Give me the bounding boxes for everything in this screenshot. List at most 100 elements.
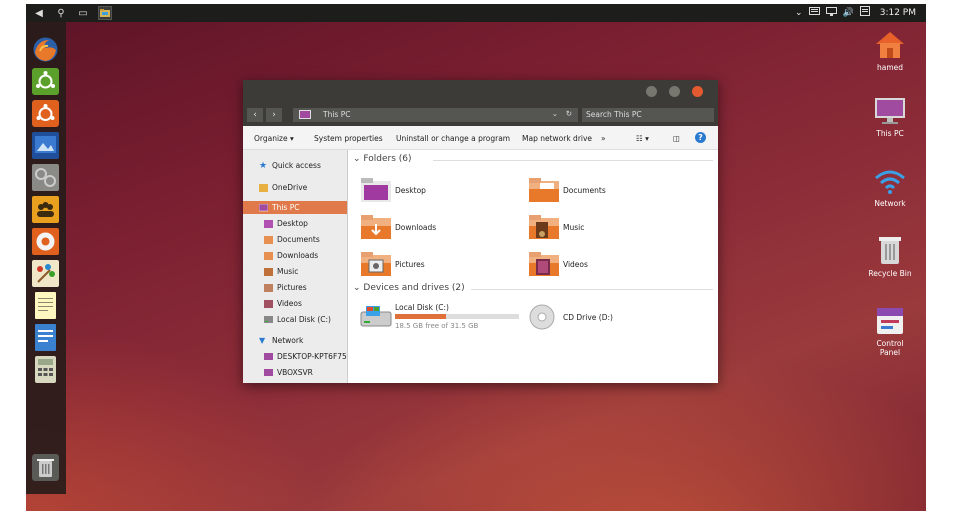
drive-cd[interactable]: CD Drive (D:) — [528, 304, 613, 330]
image-viewer-icon[interactable] — [32, 132, 59, 159]
file-explorer-window: ‹ › This PC ⌄ ↻ Search This PC Organize … — [243, 80, 718, 383]
folders-group-header[interactable]: ⌄ Folders (6) — [353, 154, 713, 164]
settings-icon[interactable] — [32, 164, 59, 191]
preview-pane-icon[interactable]: ◫ — [673, 134, 680, 143]
folder-documents[interactable]: Documents — [528, 177, 606, 203]
contacts-icon[interactable] — [32, 196, 59, 223]
help-icon[interactable] — [32, 228, 59, 255]
window-titlebar[interactable] — [243, 80, 718, 104]
search-input[interactable]: Search This PC — [582, 108, 714, 122]
pictures-folder-icon — [361, 252, 391, 276]
wifi-icon: ▼ — [259, 335, 266, 345]
desktop-screen: ◀ ⚲ ▭ ⌄ 🔊 3:12 PM hamed This PC Network … — [26, 4, 926, 511]
command-bar: Organize ▾ System properties Uninstall o… — [243, 126, 718, 150]
back-icon[interactable]: ◀ — [32, 6, 46, 20]
drive-local-disk[interactable]: Local Disk (C:) 18.5 GB free of 31.5 GB — [360, 302, 520, 334]
firefox-icon[interactable] — [32, 36, 59, 63]
writer-icon[interactable] — [32, 324, 59, 351]
downloads-folder-icon — [361, 215, 391, 239]
forward-button[interactable]: › — [266, 108, 282, 122]
map-network-drive-button[interactable]: Map network drive — [522, 134, 592, 143]
paint-icon[interactable] — [32, 260, 59, 287]
folder-desktop[interactable]: Desktop — [360, 177, 426, 203]
back-button[interactable]: ‹ — [247, 108, 263, 122]
nav-videos[interactable]: Videos — [264, 297, 302, 310]
nav-documents[interactable]: Documents — [264, 233, 320, 246]
desktop-icon-recycle-bin[interactable]: Recycle Bin — [862, 234, 918, 278]
chevron-down-icon[interactable]: ⌄ — [795, 8, 803, 18]
notification-icon[interactable] — [859, 6, 870, 19]
help-icon[interactable]: ? — [695, 132, 706, 143]
content-pane: ⌄ Folders (6) Desktop Documents Download… — [348, 150, 718, 383]
nav-onedrive[interactable]: OneDrive — [259, 181, 307, 194]
more-commands-button[interactable]: » — [601, 134, 606, 143]
uninstall-button[interactable]: Uninstall or change a program — [396, 134, 510, 143]
network-icon[interactable] — [825, 6, 837, 19]
nav-local-disk[interactable]: Local Disk (C:) — [264, 313, 331, 326]
desktop-icon-control-panel[interactable]: Control Panel — [862, 306, 918, 357]
ubuntu-settings-icon[interactable] — [32, 68, 59, 95]
chevron-down-icon: ⌄ — [353, 283, 361, 293]
nav-network-vboxsvr[interactable]: VBOXSVR — [264, 366, 313, 379]
desktop-icon-home[interactable]: hamed — [862, 30, 918, 72]
folder-pictures[interactable]: Pictures — [360, 251, 425, 277]
chevron-down-icon: ⌄ — [353, 154, 361, 164]
nav-quick-access[interactable]: ★ Quick access — [259, 159, 321, 172]
maximize-button[interactable] — [669, 86, 680, 97]
notepad-icon[interactable] — [32, 292, 59, 319]
organize-button[interactable]: Organize ▾ — [254, 134, 294, 143]
computer-icon — [264, 352, 273, 360]
desktop-folder-icon — [361, 178, 391, 202]
address-text: This PC — [323, 110, 351, 119]
address-bar-row: ‹ › This PC ⌄ ↻ Search This PC — [243, 104, 718, 126]
keyboard-icon[interactable] — [808, 7, 820, 18]
computer-icon — [875, 98, 905, 124]
search-icon[interactable]: ⚲ — [54, 6, 68, 20]
address-dropdown-icon[interactable]: ⌄ — [552, 109, 558, 118]
devices-group-header[interactable]: ⌄ Devices and drives (2) — [353, 283, 713, 293]
drive-usage-bar — [395, 314, 519, 319]
desktop-icon-label: This PC — [876, 129, 904, 138]
computer-icon — [264, 368, 273, 376]
folder-videos[interactable]: Videos — [528, 251, 588, 277]
documents-folder-icon — [529, 178, 559, 202]
nav-music[interactable]: Music — [264, 265, 298, 278]
desktop-icon-network[interactable]: Network — [862, 168, 918, 208]
nav-this-pc[interactable]: This PC — [243, 201, 347, 214]
this-pc-icon — [259, 203, 268, 211]
clock[interactable]: 3:12 PM — [880, 8, 916, 18]
refresh-icon[interactable]: ↻ — [566, 109, 572, 118]
desktop-icon-this-pc[interactable]: This PC — [862, 96, 918, 138]
music-folder-icon — [529, 215, 559, 239]
onedrive-folder-icon — [259, 183, 268, 192]
pictures-folder-icon — [264, 283, 273, 292]
file-explorer-icon[interactable] — [98, 6, 112, 20]
address-input[interactable]: This PC ⌄ ↻ — [293, 108, 578, 122]
nav-pictures[interactable]: Pictures — [264, 281, 307, 294]
cd-drive-icon — [529, 304, 555, 330]
close-button[interactable] — [692, 86, 703, 97]
ubuntu-software-icon[interactable] — [32, 100, 59, 127]
trash-icon[interactable] — [32, 454, 59, 481]
desktop-icon-label: Network — [874, 199, 906, 208]
launcher — [26, 22, 66, 494]
folder-downloads[interactable]: Downloads — [360, 214, 436, 240]
volume-icon[interactable]: 🔊 — [843, 8, 854, 18]
drive-usage-fill — [395, 314, 446, 319]
nav-desktop[interactable]: Desktop — [264, 217, 308, 230]
minimize-button[interactable] — [646, 86, 657, 97]
multitask-icon[interactable]: ▭ — [76, 6, 90, 20]
nav-downloads[interactable]: Downloads — [264, 249, 318, 262]
this-pc-icon — [299, 110, 311, 119]
videos-folder-icon — [264, 299, 273, 308]
view-options-icon[interactable]: ☷ ▾ — [636, 134, 649, 143]
downloads-folder-icon — [264, 251, 273, 260]
drive-icon — [264, 315, 273, 323]
nav-network-pc[interactable]: DESKTOP-KPT6F75 — [264, 350, 347, 363]
folder-music[interactable]: Music — [528, 214, 584, 240]
home-folder-icon — [876, 32, 904, 58]
nav-network[interactable]: ▼ Network — [259, 334, 303, 347]
videos-folder-icon — [529, 252, 559, 276]
calculator-icon[interactable] — [32, 356, 59, 383]
system-properties-button[interactable]: System properties — [314, 134, 383, 143]
